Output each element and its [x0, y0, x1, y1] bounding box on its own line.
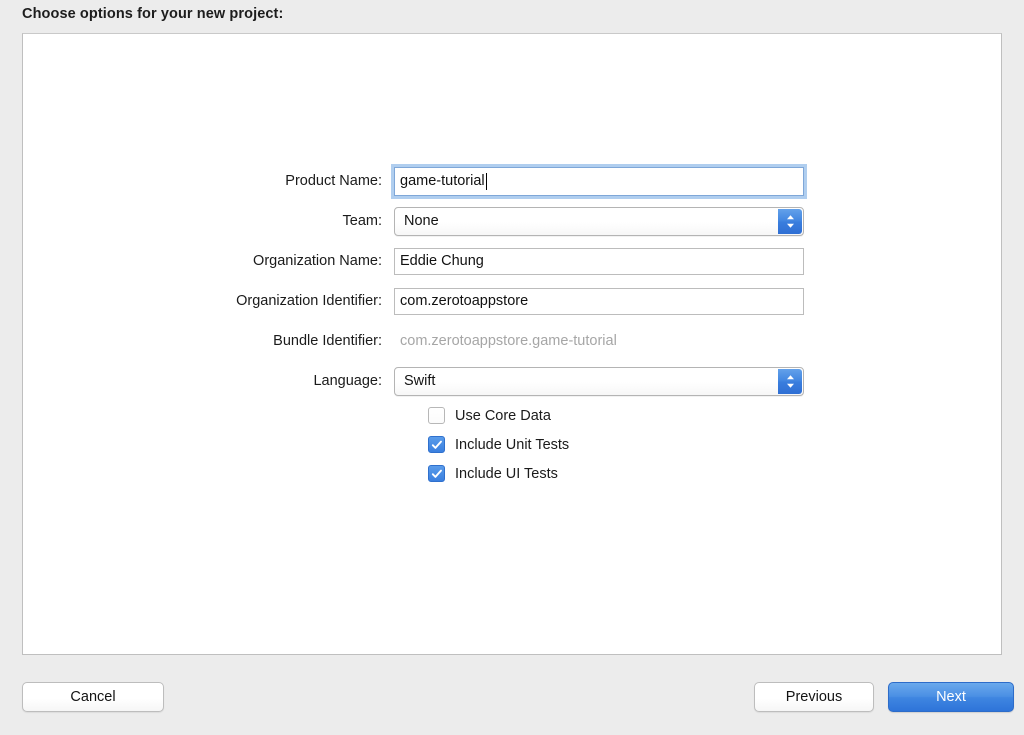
- project-options-form: Product Name: game-tutorial Team: None O…: [23, 161, 1001, 401]
- field-wrapper-bundle-identifier: com.zerotoappstore.game-tutorial: [394, 328, 804, 355]
- organization-identifier-value: com.zerotoappstore: [400, 293, 529, 309]
- text-caret: [485, 172, 487, 190]
- field-wrapper-product-name: game-tutorial: [394, 166, 804, 196]
- dialog-button-bar: Cancel Previous Next: [0, 682, 1024, 716]
- product-name-value: game-tutorial: [400, 173, 485, 189]
- checkbox-row-include-unit-tests[interactable]: Include Unit Tests: [428, 430, 569, 459]
- label-team: Team:: [342, 213, 383, 229]
- form-row-language: Language: Swift: [23, 361, 1001, 401]
- include-ui-tests-checkbox[interactable]: [428, 465, 445, 482]
- form-row-product-name: Product Name: game-tutorial: [23, 161, 1001, 201]
- cancel-button[interactable]: Cancel: [22, 682, 164, 712]
- organization-name-input[interactable]: Eddie Chung: [394, 247, 804, 275]
- chevron-up-down-icon[interactable]: [778, 368, 802, 394]
- checkmark-icon: [431, 440, 442, 449]
- label-bundle-identifier: Bundle Identifier:: [273, 333, 382, 349]
- include-unit-tests-checkbox[interactable]: [428, 436, 445, 453]
- team-selected-value: None: [404, 213, 439, 229]
- options-checkbox-group: Use Core Data Include Unit Tests Include…: [428, 401, 569, 488]
- options-panel: Product Name: game-tutorial Team: None O…: [22, 33, 1002, 655]
- label-product-name: Product Name:: [285, 173, 382, 189]
- next-button[interactable]: Next: [888, 682, 1014, 712]
- form-row-team: Team: None: [23, 201, 1001, 241]
- previous-button[interactable]: Previous: [754, 682, 874, 712]
- label-organization-identifier: Organization Identifier:: [236, 293, 382, 309]
- form-row-bundle-identifier: Bundle Identifier: com.zerotoappstore.ga…: [23, 321, 1001, 361]
- label-language: Language:: [313, 373, 382, 389]
- include-ui-tests-label: Include UI Tests: [455, 465, 558, 482]
- use-core-data-checkbox[interactable]: [428, 407, 445, 424]
- language-popup-button[interactable]: Swift: [394, 366, 804, 396]
- form-row-organization-name: Organization Name: Eddie Chung: [23, 241, 1001, 281]
- organization-name-value: Eddie Chung: [400, 253, 484, 269]
- include-unit-tests-label: Include Unit Tests: [455, 436, 570, 453]
- use-core-data-label: Use Core Data: [455, 407, 551, 424]
- label-organization-name: Organization Name:: [253, 253, 382, 269]
- chevron-up-down-icon[interactable]: [778, 208, 802, 234]
- field-wrapper-language: Swift: [394, 366, 804, 396]
- form-row-organization-identifier: Organization Identifier: com.zerotoappst…: [23, 281, 1001, 321]
- checkmark-icon: [431, 469, 442, 478]
- language-selected-value: Swift: [404, 373, 436, 389]
- organization-identifier-input[interactable]: com.zerotoappstore: [394, 287, 804, 315]
- field-wrapper-team: None: [394, 206, 804, 236]
- field-wrapper-organization-name: Eddie Chung: [394, 247, 804, 275]
- field-wrapper-organization-identifier: com.zerotoappstore: [394, 287, 804, 315]
- page-title: Choose options for your new project:: [22, 6, 284, 22]
- team-popup-button[interactable]: None: [394, 206, 804, 236]
- checkbox-row-use-core-data[interactable]: Use Core Data: [428, 401, 569, 430]
- bundle-identifier-value: com.zerotoappstore.game-tutorial: [400, 332, 617, 349]
- product-name-input[interactable]: game-tutorial: [394, 166, 804, 196]
- checkbox-row-include-ui-tests[interactable]: Include UI Tests: [428, 459, 569, 488]
